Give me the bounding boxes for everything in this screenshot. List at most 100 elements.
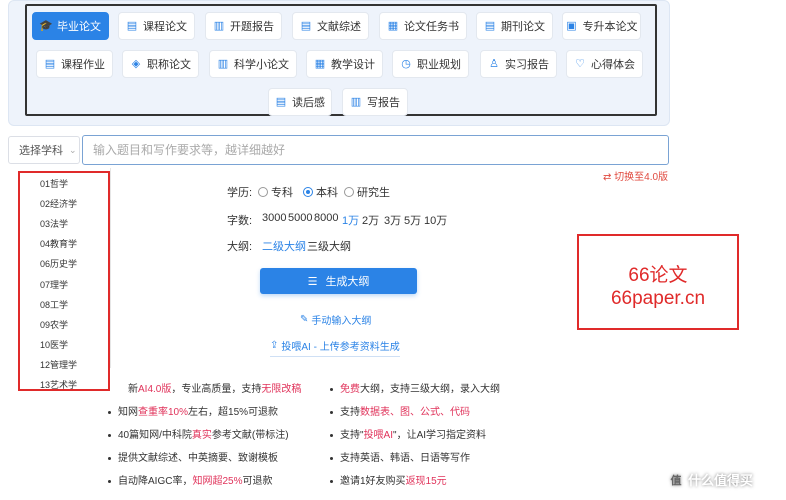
tab-clock[interactable]: ◷ 职业规划 (392, 50, 469, 78)
feature-item: 支持英语、韩语、日语等写作 (330, 449, 470, 464)
upgrade-icon: ▣ (566, 19, 577, 32)
tab-book[interactable]: ▤ 课程论文 (118, 12, 195, 40)
tab-label: 文献综述 (317, 21, 361, 33)
watermark-logo-icon: 值 (668, 471, 684, 488)
bullet-icon (330, 433, 333, 437)
feature-text: 支持" (340, 430, 364, 441)
subject-option[interactable]: 04教育学 (20, 234, 108, 254)
feature-text: 支持 (340, 407, 360, 418)
tab-label: 教学设计 (331, 59, 375, 71)
feature-text: 提供文献综述、中英摘要、致谢模板 (118, 453, 278, 464)
bullet-icon (330, 456, 333, 460)
radio-icon[interactable] (258, 187, 268, 197)
subject-option[interactable]: 09农学 (20, 314, 108, 334)
subject-dropdown-menu: 01哲学 02经济学 03法学 04教育学 06历史学 07理学 08工学 09农学 10医学 1… (18, 171, 110, 391)
feature-text: 大纲，支持三级大纲，录入大纲 (360, 384, 500, 395)
word-count-option[interactable]: 3万 (384, 212, 401, 228)
science-icon: ▥ (217, 57, 229, 70)
tab-badge[interactable]: ◈ 职称论文 (122, 50, 199, 78)
feature-item: 支持数据表、图、公式、代码 (330, 403, 470, 418)
teaching-icon: ▦ (314, 57, 326, 70)
tab-user[interactable]: ♙ 实习报告 (480, 50, 557, 78)
tab-reading[interactable]: ▤ 读后感 (268, 88, 332, 116)
tab-science[interactable]: ▥ 科学小论文 (209, 50, 297, 78)
education-option[interactable]: 研究生 (344, 184, 390, 200)
feature-item: 新AI4.0版，专业高质量，支持无限改稿 (128, 380, 301, 395)
manual-outline-label: 手动输入大纲 (311, 316, 372, 327)
upload-reference-link[interactable]: ⇪ 投喂AI - 上传参考资料生成 (270, 338, 400, 357)
education-option[interactable]: 本科 (303, 184, 338, 200)
report-icon: ▥ (213, 19, 225, 32)
bullet-icon (108, 410, 111, 414)
subject-option[interactable]: 01哲学 (20, 173, 108, 193)
tab-label: 写报告 (367, 97, 400, 109)
word-count-option[interactable]: 8000 (314, 212, 338, 224)
clock-icon: ◷ (401, 57, 411, 70)
subject-option[interactable]: 12管理学 (20, 355, 108, 375)
chevron-down-icon: ⌄ (69, 144, 77, 155)
tab-label: 期刊论文 (501, 21, 545, 33)
feature-item: 知网查重率10%左右，超15%可退款 (108, 403, 278, 418)
tab-journal[interactable]: ▤ 期刊论文 (476, 12, 553, 40)
feature-text: 邀请1好友购买 (340, 476, 406, 487)
subject-option[interactable]: 03法学 (20, 213, 108, 233)
homework-icon: ▤ (44, 57, 56, 70)
word-count-option[interactable]: 2万 (362, 212, 379, 228)
feature-item: 支持"投喂AI"，让AI学习指定资料 (330, 426, 486, 441)
brand-annotation-box: 66论文 66paper.cn (577, 234, 739, 330)
tab-report[interactable]: ▥ 开题报告 (205, 12, 282, 40)
feature-text: 可退款 (242, 476, 273, 487)
feature-item: 免费大纲，支持三级大纲，录入大纲 (330, 380, 500, 395)
tab-label: 专升本论文 (582, 21, 638, 33)
subject-select[interactable]: 选择学科 ⌄ (8, 136, 80, 164)
tab-task-book[interactable]: ▦ 论文任务书 (379, 12, 467, 40)
education-option-label: 专科 (271, 187, 293, 199)
word-count-option[interactable]: 3000 (262, 212, 286, 224)
radio-icon[interactable] (344, 187, 354, 197)
user-icon: ♙ (489, 57, 499, 70)
subject-option[interactable]: 08工学 (20, 294, 108, 314)
tab-document[interactable]: ▤ 文献综述 (292, 12, 369, 40)
tab-homework[interactable]: ▤ 课程作业 (36, 50, 113, 78)
feature-highlight: 真实 (191, 430, 212, 441)
education-option[interactable]: 专科 (258, 184, 293, 200)
feature-text: 新 (128, 384, 138, 395)
bullet-icon (330, 479, 333, 483)
tab-write[interactable]: ▥ 写报告 (342, 88, 408, 116)
tab-heart[interactable]: ♡ 心得体会 (566, 50, 643, 78)
bullet-icon (108, 433, 111, 437)
list-icon: ☰ (307, 275, 318, 288)
subject-option[interactable]: 06历史学 (20, 254, 108, 274)
subject-option[interactable]: 13艺术学 (20, 375, 108, 395)
reading-icon: ▤ (275, 95, 287, 108)
feature-text: ，专业高质量，支持 (171, 384, 262, 395)
subject-option[interactable]: 07理学 (20, 274, 108, 294)
word-count-option[interactable]: 10万 (424, 212, 447, 228)
task-book-icon: ▦ (387, 19, 399, 32)
radio-icon[interactable] (303, 187, 313, 197)
watermark: 值 什么值得买 (668, 470, 753, 489)
tab-label: 科学小论文 (234, 59, 289, 71)
tab-teaching[interactable]: ▦ 教学设计 (306, 50, 383, 78)
tab-upgrade[interactable]: ▣ 专升本论文 (562, 12, 641, 40)
word-count-option[interactable]: 5万 (404, 212, 421, 228)
topic-input[interactable] (82, 135, 669, 165)
bullet-icon (108, 479, 111, 483)
word-count-option[interactable]: 5000 (288, 212, 312, 224)
outline-option[interactable]: 二级大纲 (262, 238, 306, 254)
tab-label: 开题报告 (230, 21, 274, 33)
tab-label: 课程作业 (61, 59, 105, 71)
subject-option[interactable]: 02经济学 (20, 193, 108, 213)
tab-graduation-cap[interactable]: 🎓 毕业论文 (32, 12, 109, 40)
switch-version-link[interactable]: ⇄ 切换至4.0版 (603, 168, 668, 183)
outline-label: 大纲: (227, 241, 253, 253)
feature-highlight: 数据表、图、公式、代码 (360, 407, 470, 418)
outline-option[interactable]: 三级大纲 (307, 238, 351, 254)
word-count-option[interactable]: 1万 (342, 212, 359, 228)
subject-option[interactable]: 10医学 (20, 335, 108, 355)
tab-label: 实习报告 (505, 59, 549, 71)
generate-outline-button[interactable]: ☰ 生成大纲 (260, 268, 417, 294)
feature-highlight: 无限改稿 (261, 384, 302, 395)
upload-reference-label: 投喂AI - 上传参考资料生成 (281, 342, 400, 353)
manual-outline-link[interactable]: ✎ 手动输入大纲 (300, 312, 371, 327)
